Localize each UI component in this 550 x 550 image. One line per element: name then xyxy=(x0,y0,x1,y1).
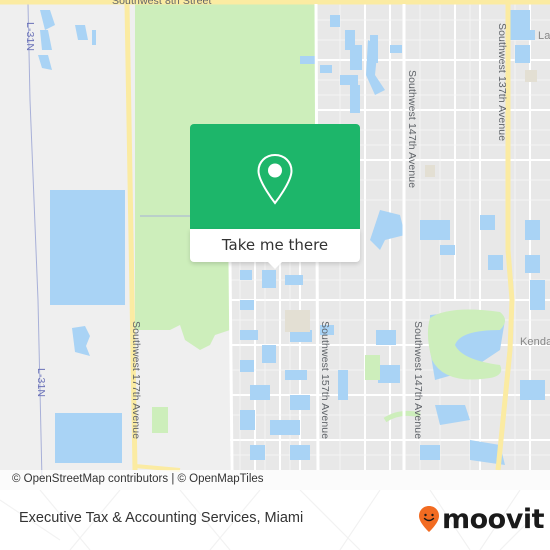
sand-patch xyxy=(525,70,537,82)
canal-line xyxy=(27,3,43,481)
map-attribution-bar: © OpenStreetMap contributors | © OpenMap… xyxy=(0,470,550,490)
lake xyxy=(38,10,96,70)
lake xyxy=(72,326,90,356)
park-patch xyxy=(365,355,380,380)
moovit-wordmark: moovit xyxy=(442,503,545,535)
popup-pointer xyxy=(267,261,283,269)
canal-label-l31n-top: L-31N xyxy=(24,22,36,52)
lake xyxy=(50,190,125,305)
road-label-sw-137th-avenue: Southwest 137th Avenue xyxy=(496,23,508,142)
road-label-sw-157th-avenue: Southwest 157th Avenue xyxy=(319,321,331,440)
moovit-smile-pin-icon xyxy=(419,506,439,532)
road-label-sw-8th-street: Southwest 8th Street xyxy=(112,0,212,7)
map-attribution[interactable]: © OpenStreetMap contributors | © OpenMap… xyxy=(12,473,264,485)
sand-patch xyxy=(425,165,435,177)
place-title: Executive Tax & Accounting Services, Mia… xyxy=(19,510,304,526)
popup-header xyxy=(190,124,360,229)
place-label-top-right: La xyxy=(538,30,550,42)
road-label-sw-147th-avenue-north: Southwest 147th Avenue xyxy=(406,70,418,189)
map-pin-icon xyxy=(257,153,293,205)
place-label-kendall: Kenda xyxy=(520,336,550,348)
canal-label-l31n-bottom: L-31N xyxy=(35,368,47,398)
take-me-there-button[interactable]: Take me there xyxy=(190,229,360,262)
popup-footer: Take me there xyxy=(190,229,360,262)
road-label-sw-147th-avenue-south: Southwest 147th Avenue xyxy=(412,321,424,440)
road-label-sw-177th-avenue: Southwest 177th Avenue xyxy=(130,321,142,440)
sand-patch xyxy=(285,310,310,332)
location-popup: Take me there xyxy=(190,124,360,269)
moovit-logo[interactable]: moovit xyxy=(418,503,545,535)
park-patch xyxy=(152,407,168,433)
lake xyxy=(55,413,122,463)
